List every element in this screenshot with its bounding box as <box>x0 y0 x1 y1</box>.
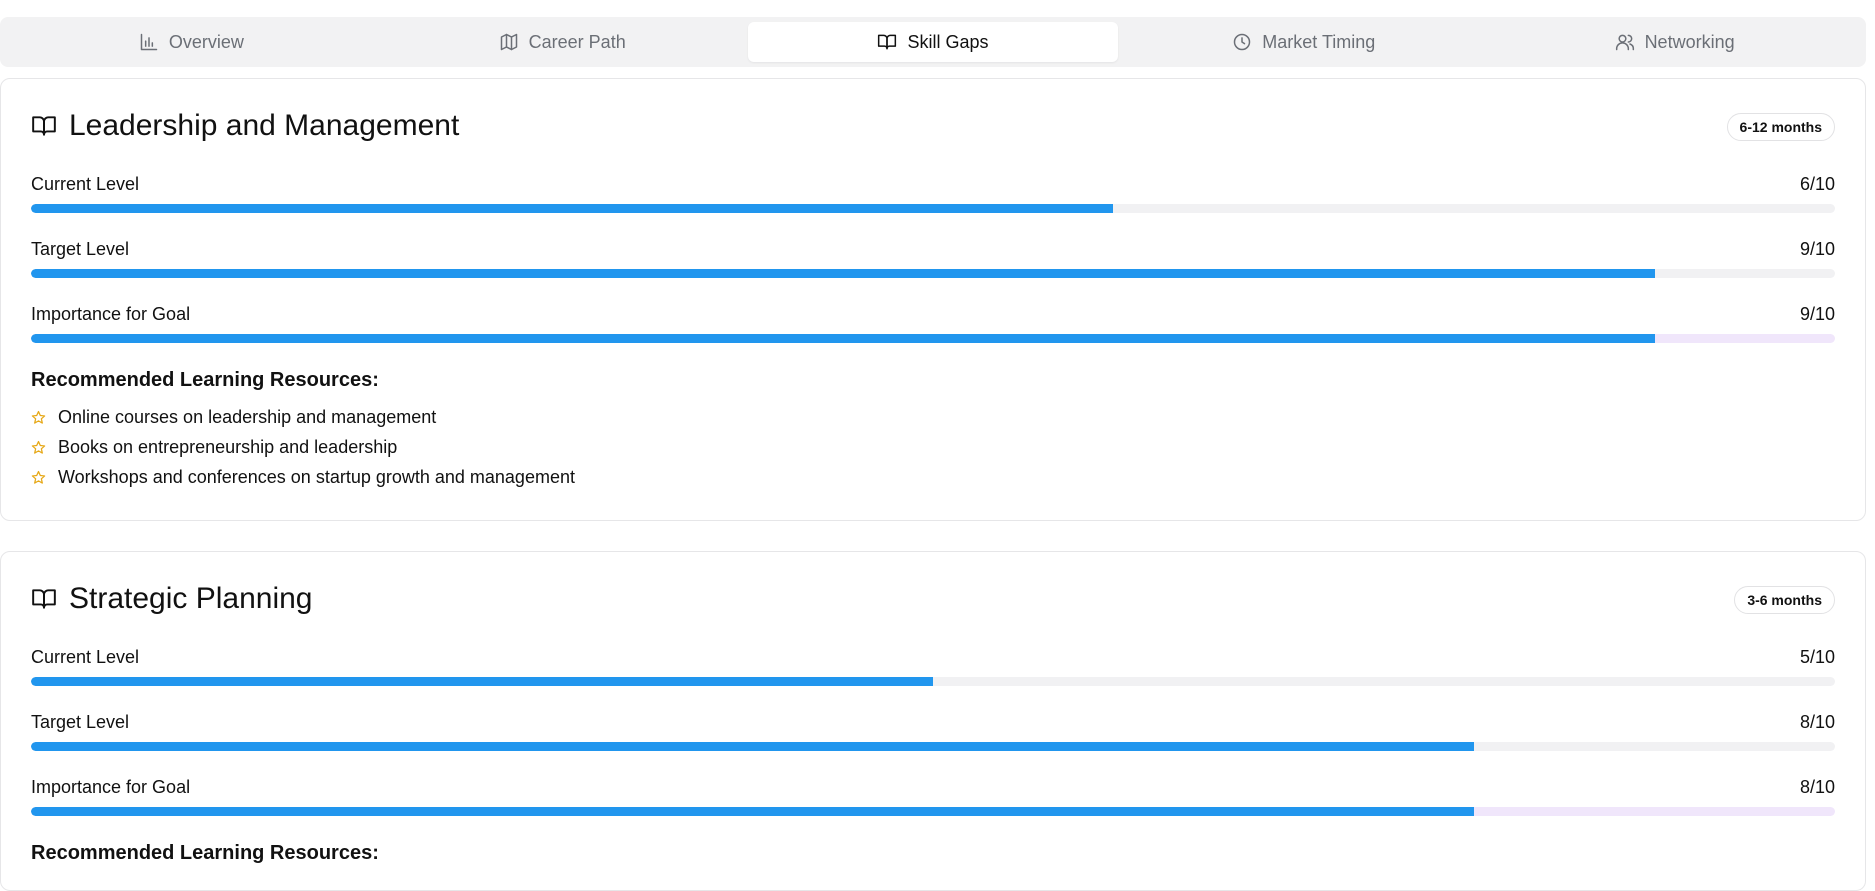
card-title: Strategic Planning <box>31 582 313 616</box>
progress-track <box>31 742 1835 751</box>
tab-bar: Overview Career Path Skill Gaps Market T… <box>0 17 1866 67</box>
metric-value: 9/10 <box>1799 239 1835 259</box>
tab-label: Networking <box>1644 31 1735 52</box>
metric-label: Target Level <box>31 239 130 259</box>
progress-track <box>31 677 1835 686</box>
metric-value: 8/10 <box>1799 777 1835 797</box>
book-open-icon <box>32 116 56 136</box>
users-icon <box>1615 34 1634 51</box>
tab-label: Career Path <box>528 31 626 52</box>
resource-item: Workshops and conferences on startup gro… <box>31 462 575 492</box>
duration-badge: 3-6 months <box>1734 586 1835 614</box>
tab-label: Market Timing <box>1262 31 1376 52</box>
book-open-icon <box>878 34 897 50</box>
tab-label: Overview <box>168 31 244 52</box>
skill-title: Leadership and Management <box>69 109 460 142</box>
metric-value: 6/10 <box>1799 174 1835 194</box>
metric-label: Current Level <box>31 174 140 194</box>
resource-text: Workshops and conferences on startup gro… <box>58 466 575 487</box>
tab-career-path[interactable]: Career Path <box>377 22 748 62</box>
tab-skill-gaps[interactable]: Skill Gaps <box>747 22 1119 62</box>
card-title: Leadership and Management <box>31 109 459 143</box>
card-header: Strategic Planning 3-6 months <box>31 582 1835 622</box>
skill-card: Leadership and Management 6-12 months Cu… <box>0 78 1866 521</box>
resources-list: Online courses on leadership and managem… <box>31 402 575 492</box>
progress-track <box>31 269 1835 278</box>
metric-target-level: Target Level 9/10 <box>31 239 1835 291</box>
tab-overview[interactable]: Overview <box>6 22 377 62</box>
resource-item: Online courses on leadership and managem… <box>31 402 575 432</box>
progress-fill <box>31 742 1475 751</box>
duration-badge: 6-12 months <box>1726 113 1835 141</box>
tab-label: Skill Gaps <box>907 31 989 52</box>
metric-value: 9/10 <box>1799 304 1835 324</box>
metric-importance: Importance for Goal 9/10 <box>31 304 1835 356</box>
progress-fill <box>31 807 1475 816</box>
star-icon <box>31 410 46 424</box>
resources-heading: Recommended Learning Resources: <box>31 842 379 864</box>
star-icon <box>31 470 46 484</box>
progress-fill <box>31 677 933 686</box>
skill-card: Strategic Planning 3-6 months Current Le… <box>0 551 1866 891</box>
progress-track <box>31 204 1835 213</box>
map-icon <box>500 33 517 51</box>
progress-track <box>31 807 1835 816</box>
metric-target-level: Target Level 8/10 <box>31 712 1835 764</box>
resource-text: Online courses on leadership and managem… <box>58 406 437 427</box>
card-header: Leadership and Management 6-12 months <box>31 109 1835 149</box>
star-icon <box>31 440 46 454</box>
metric-value: 8/10 <box>1799 712 1835 732</box>
clock-icon <box>1234 33 1251 51</box>
progress-fill <box>31 204 1114 213</box>
skill-title: Strategic Planning <box>69 582 313 615</box>
resources-heading: Recommended Learning Resources: <box>31 369 379 391</box>
bar-chart-icon <box>140 33 158 51</box>
metric-label: Importance for Goal <box>31 777 191 797</box>
progress-fill <box>31 269 1655 278</box>
metric-value: 5/10 <box>1799 647 1835 667</box>
metric-importance: Importance for Goal 8/10 <box>31 777 1835 829</box>
tab-market-timing[interactable]: Market Timing <box>1118 22 1489 62</box>
metric-current-level: Current Level 5/10 <box>31 647 1835 699</box>
metric-label: Target Level <box>31 712 130 732</box>
metric-label: Current Level <box>31 647 140 667</box>
progress-fill <box>31 334 1655 343</box>
resource-text: Books on entrepreneurship and leadership <box>58 436 398 457</box>
metric-current-level: Current Level 6/10 <box>31 174 1835 226</box>
book-open-icon <box>32 589 56 609</box>
tab-networking[interactable]: Networking <box>1489 22 1860 62</box>
resource-item: Books on entrepreneurship and leadership <box>31 432 575 462</box>
metric-label: Importance for Goal <box>31 304 191 324</box>
progress-track <box>31 334 1835 343</box>
